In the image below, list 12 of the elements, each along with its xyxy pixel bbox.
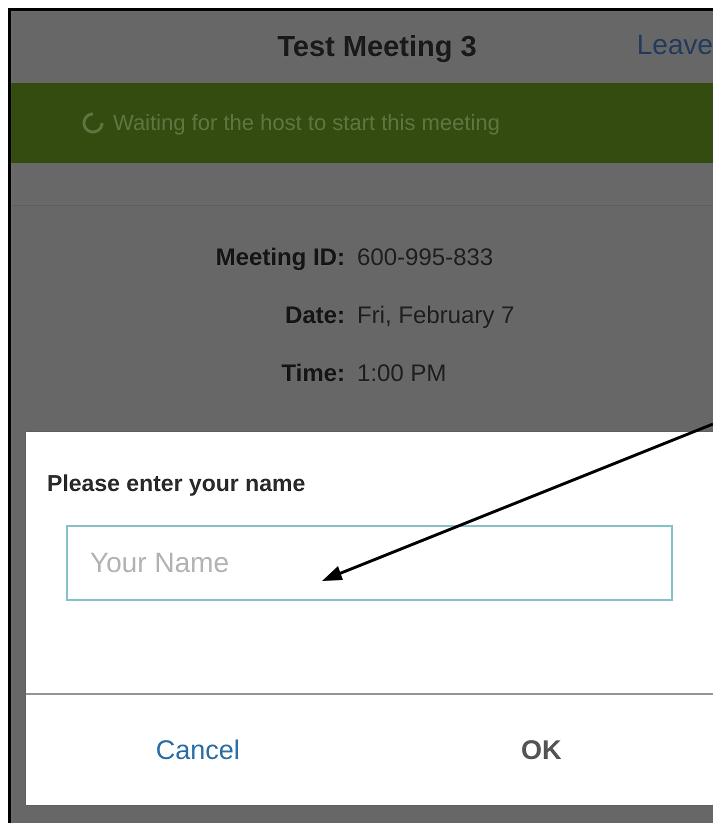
dialog-title: Please enter your name: [47, 470, 306, 497]
name-input-field[interactable]: Your Name: [66, 525, 673, 601]
detail-label: Time:: [280, 360, 345, 388]
ok-button[interactable]: OK: [509, 728, 574, 772]
detail-value: 600-995-833: [357, 244, 494, 272]
meeting-title: Test Meeting 3: [277, 30, 477, 64]
cancel-button[interactable]: Cancel: [144, 728, 252, 772]
spinner-icon: [81, 111, 105, 135]
detail-value: 1:00 PM: [357, 360, 446, 388]
detail-label: Meeting ID:: [214, 244, 345, 272]
detail-value: Fri, February 7: [357, 302, 514, 330]
detail-label: Date:: [284, 302, 345, 330]
